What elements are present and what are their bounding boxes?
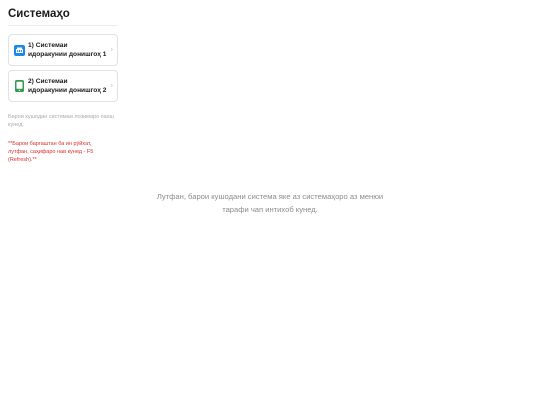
main-placeholder-message: Лутфан, барои кушодани система яке аз си… [156,192,384,214]
chevron-right-icon: › [110,46,113,54]
sidebar-hint: Барои кушодан системаи лозимаро пахш кун… [8,114,114,128]
chevron-right-icon: › [110,82,113,90]
system-card-1[interactable]: 1) Системаи идоракунии донишгоҳ 1 › [8,34,118,66]
system-card-1-label: 1) Системаи идоракунии донишгоҳ 1 [28,42,107,58]
sidebar-title: Системаҳо [8,8,118,26]
sidebar: Системаҳо 1) Системаи идоракунии донишго… [8,0,118,164]
refresh-warning: **Барои баргаштан ба ин рӯйхат, лутфан, … [8,141,94,163]
system-card-2[interactable]: 2) Системаи идоракунии донишгоҳ 2 › [8,70,118,102]
system-card-2-label: 2) Системаи идоракунии донишгоҳ 2 [28,78,107,94]
university-system-icon [14,44,25,56]
app-root: Системаҳо 1) Системаи идоракунии донишго… [0,0,540,405]
mobile-system-icon [14,80,25,92]
